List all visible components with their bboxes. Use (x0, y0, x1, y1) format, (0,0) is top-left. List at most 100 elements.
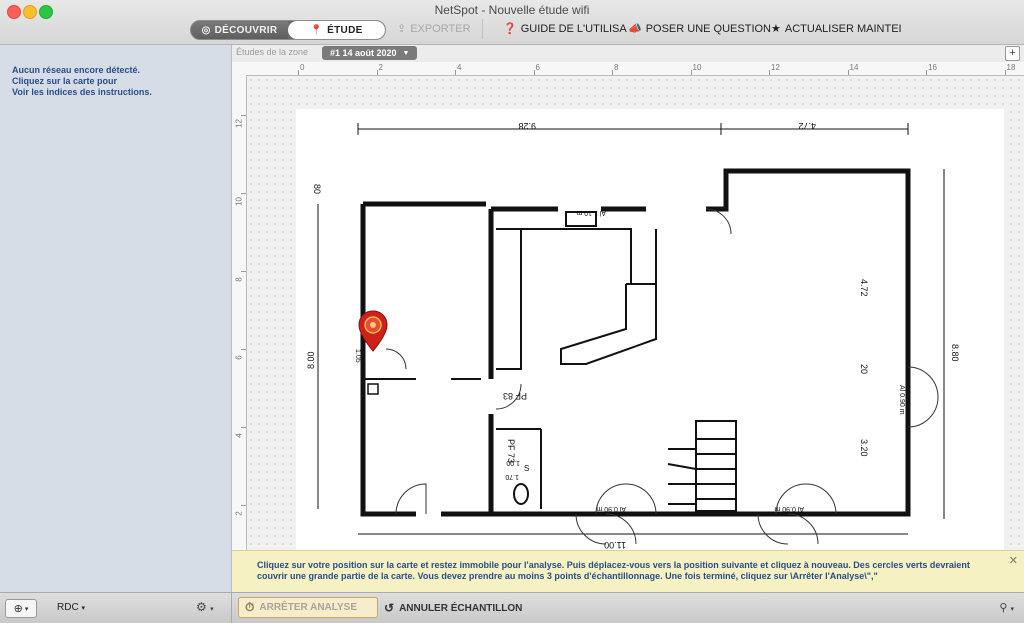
location-pin-icon: ⚲ (999, 602, 1008, 614)
help-icon: ❓ (503, 23, 517, 35)
ruler-top-label: 2 (378, 63, 383, 72)
ruler-top-label: 14 (849, 63, 859, 72)
ruler-tick (847, 70, 849, 75)
add-zone-button[interactable]: + (1005, 46, 1020, 61)
add-menu-button[interactable]: ⊕ ▾ (5, 599, 37, 618)
ruler-tick (241, 427, 246, 428)
settings-menu-button[interactable]: ⚙ ▾ (196, 600, 214, 614)
ruler-left-label: 10 (234, 197, 244, 206)
label-window-090c: Al 0.90 m (898, 385, 905, 415)
chevron-down-icon: ▾ (1010, 606, 1014, 613)
no-network-line-3: Voir les indices des instructions. (12, 87, 152, 97)
label-wc-100: 1.00 (506, 459, 520, 466)
zone-label: Études de la zone (236, 47, 309, 57)
survey-label: ÉTUDE (327, 24, 363, 36)
chevron-down-icon: ▾ (210, 606, 214, 613)
floor-label: RDC (57, 602, 79, 613)
toolbar: NetSpot - Nouvelle étude wifi ◎ DÉCOUVRI… (0, 0, 1024, 45)
location-pin-icon: 📍 (310, 24, 324, 36)
dim-inner-20: 20 (859, 364, 869, 374)
guide-label: GUIDE DE L'UTILISA (520, 22, 627, 35)
zone-selector[interactable]: #1 14 août 2020 ▼ (322, 46, 418, 60)
export-icon: ⇪ (397, 23, 407, 35)
ruler-tick (241, 505, 246, 506)
export-label: EXPORTER (410, 22, 471, 35)
discover-tab[interactable]: ◎ DÉCOUVRIR (191, 21, 288, 39)
question-label: POSER UNE QUESTION (645, 22, 771, 35)
ruler-tick (241, 193, 246, 194)
chevron-down-icon: ▾ (24, 605, 29, 613)
label-window-090b: Al 0.90 m (774, 505, 804, 512)
ruler-left-label: 2 (234, 511, 244, 516)
discover-label: DÉCOUVRIR (214, 24, 278, 36)
ruler-top-label: 6 (535, 63, 540, 72)
close-icon[interactable]: ✕ (1009, 554, 1018, 567)
cancel-sample-button[interactable]: ↺ ANNULER ÉCHANTILLON (384, 601, 522, 615)
ruler-tick (612, 70, 613, 75)
no-network-message: Aucun réseau encore détecté. Cliquez sur… (12, 65, 152, 98)
ask-question-button[interactable]: 📣 POSER UNE QUESTION (628, 22, 771, 36)
chevron-down-icon: ▾ (81, 605, 85, 612)
ruler-top-label: 8 (614, 63, 619, 72)
ruler-left-label: 12 (234, 119, 244, 128)
floor-plan-drawing: 9.28 4.72 8.00 8.80 11.00 4.72 20 3.20 P… (306, 121, 960, 550)
ruler-left-label: 4 (234, 433, 244, 438)
ruler-tick (298, 70, 299, 75)
ruler-tick (1004, 70, 1006, 75)
ruler-top-label: 0 (300, 63, 305, 72)
stopwatch-icon: ⏱ (245, 600, 255, 614)
zone-bar: Études de la zone #1 14 août 2020 ▼ + (232, 45, 1024, 63)
ruler-top-label: 4 (457, 63, 462, 72)
ruler-tick (376, 70, 378, 75)
ruler-tick (533, 70, 535, 75)
ruler-top-label: 16 (928, 63, 937, 72)
gear-icon: ⚙ (196, 600, 207, 614)
toolbar-separator (482, 19, 483, 39)
ruler-corner (232, 62, 247, 76)
ruler-top-label: 18 (1006, 63, 1016, 72)
label-window-090a: Al 0.90 m (596, 505, 626, 512)
floor-plan-image[interactable]: 9.28 4.72 8.00 8.80 11.00 4.72 20 3.20 P… (296, 109, 1004, 552)
ruler-tick (241, 115, 246, 116)
dim-bottom: 11.00 (604, 540, 626, 550)
dim-top-left: 9.28 (518, 121, 536, 131)
ruler-left-label: 8 (234, 277, 244, 282)
floor-selector[interactable]: RDC ▾ (57, 602, 85, 613)
location-menu-button[interactable]: ⚲ ▾ (999, 601, 1014, 614)
ruler-left: 12 10 8 6 4 2 (232, 75, 247, 553)
window-title: NetSpot - Nouvelle étude wifi (434, 3, 590, 17)
label-wc-s: S (524, 464, 529, 473)
star-icon: ★ (771, 23, 781, 35)
networks-sidebar: Aucun réseau encore détecté. Cliquez sur… (0, 45, 232, 592)
zone-selected: #1 14 août 2020 (330, 48, 397, 58)
location-pin-icon[interactable] (357, 310, 389, 352)
ruler-top: 0 2 4 6 8 10 12 14 16 18 (246, 62, 1024, 76)
dim-inner-472: 4.72 (859, 279, 869, 297)
ruler-top-label: 12 (771, 63, 780, 72)
stop-scan-button[interactable]: ⏱ ARRÊTER ANALYSE (238, 597, 378, 618)
label-80: 80 (312, 184, 322, 194)
instructions-text: Cliquez sur votre position sur la carte … (257, 560, 970, 581)
stop-scan-label: ARRÊTER ANALYSE (259, 602, 357, 613)
dim-top-right: 4.72 (798, 121, 816, 131)
ruler-tick (241, 271, 246, 272)
ruler-top-label: 10 (692, 63, 702, 72)
megaphone-icon: 📣 (628, 23, 642, 35)
ruler-left-label: 6 (234, 355, 244, 360)
label-window-110: Al 1.10 m (576, 209, 606, 216)
ruler-tick (690, 70, 692, 75)
update-button[interactable]: ★ ACTUALISER MAINTEI (771, 22, 902, 36)
mode-switch: ◎ DÉCOUVRIR 📍 ÉTUDE (190, 20, 386, 40)
survey-tab[interactable]: 📍 ÉTUDE (288, 21, 385, 39)
ruler-tick (926, 70, 927, 75)
instructions-banner: Cliquez sur votre position sur la carte … (232, 550, 1024, 593)
export-button[interactable]: ⇪ EXPORTER (397, 22, 471, 36)
dim-inner-320: 3.20 (859, 439, 869, 457)
cancel-sample-label: ANNULER ÉCHANTILLON (399, 602, 523, 614)
discover-icon: ◎ (201, 24, 211, 36)
update-label: ACTUALISER MAINTEI (784, 22, 902, 35)
guide-button[interactable]: ❓ GUIDE DE L'UTILISA (503, 22, 627, 36)
sidebar-footer: ⊕ ▾ RDC ▾ ⚙ ▾ (0, 592, 232, 623)
ruler-tick (455, 70, 456, 75)
ruler-tick (241, 349, 246, 350)
